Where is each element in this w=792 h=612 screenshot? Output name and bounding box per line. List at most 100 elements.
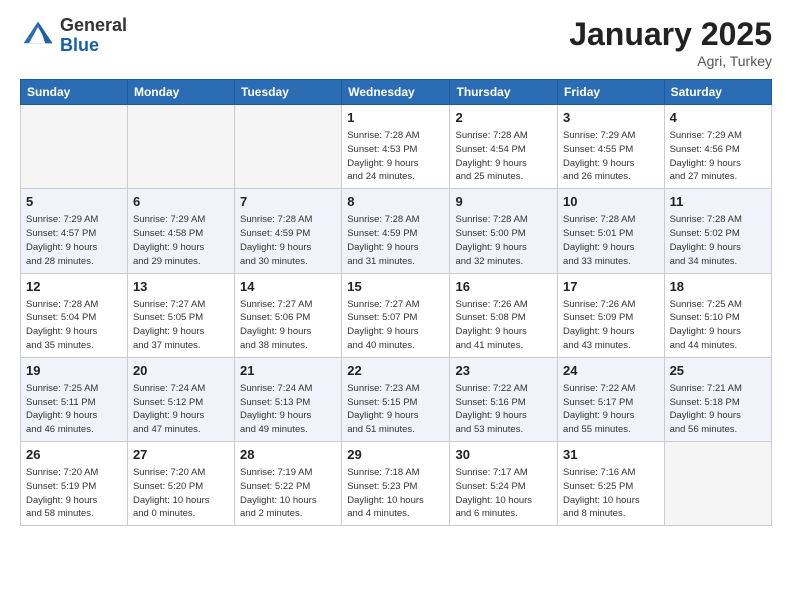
calendar-cell: 11 Sunrise: 7:28 AM Sunset: 5:02 PM Dayli… bbox=[664, 189, 771, 273]
day-number: 18 bbox=[670, 278, 766, 296]
calendar-cell: 3Sunrise: 7:29 AM Sunset: 4:55 PM Daylig… bbox=[558, 105, 665, 189]
calendar-cell: 19 Sunrise: 7:25 AM Sunset: 5:11 PM Dayli… bbox=[21, 357, 128, 441]
day-info: Sunrise: 7:17 AM Sunset: 5:24 PM Dayligh… bbox=[455, 466, 552, 521]
day-info: Sunrise: 7:28 AM Sunset: 5:00 PM Dayligh… bbox=[455, 213, 552, 268]
calendar-cell bbox=[21, 105, 128, 189]
day-info: Sunrise: 7:22 AM Sunset: 5:17 PM Dayligh… bbox=[563, 382, 659, 437]
calendar-cell: 24 Sunrise: 7:22 AM Sunset: 5:17 PM Dayli… bbox=[558, 357, 665, 441]
day-info: Sunrise: 7:28 AM Sunset: 4:53 PM Dayligh… bbox=[347, 129, 444, 184]
day-number: 3 bbox=[563, 109, 659, 127]
day-number: 9 bbox=[455, 193, 552, 211]
calendar-cell: 17Sunrise: 7:26 AM Sunset: 5:09 PM Dayli… bbox=[558, 273, 665, 357]
week-row-5: 26 Sunrise: 7:20 AM Sunset: 5:19 PM Dayli… bbox=[21, 442, 772, 526]
day-info: Sunrise: 7:28 AM Sunset: 5:02 PM Dayligh… bbox=[670, 213, 766, 268]
calendar-header-friday: Friday bbox=[558, 80, 665, 105]
day-info: Sunrise: 7:22 AM Sunset: 5:16 PM Dayligh… bbox=[455, 382, 552, 437]
day-number: 26 bbox=[26, 446, 122, 464]
calendar-cell: 20 Sunrise: 7:24 AM Sunset: 5:12 PM Dayli… bbox=[127, 357, 234, 441]
logo-blue-text: Blue bbox=[60, 36, 127, 56]
logo: General Blue bbox=[20, 16, 127, 56]
day-info: Sunrise: 7:26 AM Sunset: 5:09 PM Dayligh… bbox=[563, 298, 659, 353]
week-row-4: 19 Sunrise: 7:25 AM Sunset: 5:11 PM Dayli… bbox=[21, 357, 772, 441]
calendar-header-row: SundayMondayTuesdayWednesdayThursdayFrid… bbox=[21, 80, 772, 105]
day-info: Sunrise: 7:28 AM Sunset: 4:54 PM Dayligh… bbox=[455, 129, 552, 184]
calendar-cell: 5 Sunrise: 7:29 AM Sunset: 4:57 PM Daylig… bbox=[21, 189, 128, 273]
calendar-cell: 16Sunrise: 7:26 AM Sunset: 5:08 PM Dayli… bbox=[450, 273, 558, 357]
day-info: Sunrise: 7:29 AM Sunset: 4:56 PM Dayligh… bbox=[670, 129, 766, 184]
day-number: 27 bbox=[133, 446, 229, 464]
day-info: Sunrise: 7:20 AM Sunset: 5:20 PM Dayligh… bbox=[133, 466, 229, 521]
day-number: 1 bbox=[347, 109, 444, 127]
day-number: 5 bbox=[26, 193, 122, 211]
calendar-cell: 10Sunrise: 7:28 AM Sunset: 5:01 PM Dayli… bbox=[558, 189, 665, 273]
day-info: Sunrise: 7:18 AM Sunset: 5:23 PM Dayligh… bbox=[347, 466, 444, 521]
day-info: Sunrise: 7:24 AM Sunset: 5:13 PM Dayligh… bbox=[240, 382, 336, 437]
day-number: 23 bbox=[455, 362, 552, 380]
calendar-table: SundayMondayTuesdayWednesdayThursdayFrid… bbox=[20, 79, 772, 526]
logo-text: General Blue bbox=[60, 16, 127, 56]
calendar-cell: 14Sunrise: 7:27 AM Sunset: 5:06 PM Dayli… bbox=[235, 273, 342, 357]
day-info: Sunrise: 7:29 AM Sunset: 4:58 PM Dayligh… bbox=[133, 213, 229, 268]
calendar-cell: 21 Sunrise: 7:24 AM Sunset: 5:13 PM Dayli… bbox=[235, 357, 342, 441]
day-info: Sunrise: 7:25 AM Sunset: 5:11 PM Dayligh… bbox=[26, 382, 122, 437]
calendar-cell: 22Sunrise: 7:23 AM Sunset: 5:15 PM Dayli… bbox=[342, 357, 450, 441]
day-info: Sunrise: 7:19 AM Sunset: 5:22 PM Dayligh… bbox=[240, 466, 336, 521]
calendar-cell: 1 Sunrise: 7:28 AM Sunset: 4:53 PM Daylig… bbox=[342, 105, 450, 189]
week-row-2: 5 Sunrise: 7:29 AM Sunset: 4:57 PM Daylig… bbox=[21, 189, 772, 273]
logo-general-text: General bbox=[60, 16, 127, 36]
title-area: January 2025 Agri, Turkey bbox=[569, 16, 772, 69]
day-info: Sunrise: 7:27 AM Sunset: 5:05 PM Dayligh… bbox=[133, 298, 229, 353]
calendar-header-monday: Monday bbox=[127, 80, 234, 105]
day-info: Sunrise: 7:24 AM Sunset: 5:12 PM Dayligh… bbox=[133, 382, 229, 437]
calendar-cell: 6Sunrise: 7:29 AM Sunset: 4:58 PM Daylig… bbox=[127, 189, 234, 273]
calendar-cell: 30 Sunrise: 7:17 AM Sunset: 5:24 PM Dayli… bbox=[450, 442, 558, 526]
calendar-cell bbox=[235, 105, 342, 189]
location-subtitle: Agri, Turkey bbox=[569, 53, 772, 69]
calendar-cell: 18Sunrise: 7:25 AM Sunset: 5:10 PM Dayli… bbox=[664, 273, 771, 357]
calendar-cell: 23 Sunrise: 7:22 AM Sunset: 5:16 PM Dayli… bbox=[450, 357, 558, 441]
week-row-3: 12 Sunrise: 7:28 AM Sunset: 5:04 PM Dayli… bbox=[21, 273, 772, 357]
calendar-header-thursday: Thursday bbox=[450, 80, 558, 105]
calendar-cell: 9 Sunrise: 7:28 AM Sunset: 5:00 PM Daylig… bbox=[450, 189, 558, 273]
day-info: Sunrise: 7:28 AM Sunset: 5:01 PM Dayligh… bbox=[563, 213, 659, 268]
month-title: January 2025 bbox=[569, 16, 772, 53]
page: General Blue January 2025 Agri, Turkey S… bbox=[0, 0, 792, 536]
day-info: Sunrise: 7:28 AM Sunset: 4:59 PM Dayligh… bbox=[240, 213, 336, 268]
logo-icon bbox=[20, 18, 56, 54]
day-number: 24 bbox=[563, 362, 659, 380]
day-info: Sunrise: 7:27 AM Sunset: 5:07 PM Dayligh… bbox=[347, 298, 444, 353]
day-number: 25 bbox=[670, 362, 766, 380]
day-info: Sunrise: 7:28 AM Sunset: 5:04 PM Dayligh… bbox=[26, 298, 122, 353]
day-number: 12 bbox=[26, 278, 122, 296]
day-info: Sunrise: 7:26 AM Sunset: 5:08 PM Dayligh… bbox=[455, 298, 552, 353]
day-number: 30 bbox=[455, 446, 552, 464]
calendar-cell: 25Sunrise: 7:21 AM Sunset: 5:18 PM Dayli… bbox=[664, 357, 771, 441]
week-row-1: 1 Sunrise: 7:28 AM Sunset: 4:53 PM Daylig… bbox=[21, 105, 772, 189]
day-info: Sunrise: 7:20 AM Sunset: 5:19 PM Dayligh… bbox=[26, 466, 122, 521]
calendar-cell: 29Sunrise: 7:18 AM Sunset: 5:23 PM Dayli… bbox=[342, 442, 450, 526]
day-info: Sunrise: 7:29 AM Sunset: 4:57 PM Dayligh… bbox=[26, 213, 122, 268]
day-number: 8 bbox=[347, 193, 444, 211]
day-number: 13 bbox=[133, 278, 229, 296]
calendar-cell: 13 Sunrise: 7:27 AM Sunset: 5:05 PM Dayli… bbox=[127, 273, 234, 357]
day-number: 11 bbox=[670, 193, 766, 211]
day-number: 21 bbox=[240, 362, 336, 380]
header: General Blue January 2025 Agri, Turkey bbox=[20, 16, 772, 69]
calendar-cell: 12 Sunrise: 7:28 AM Sunset: 5:04 PM Dayli… bbox=[21, 273, 128, 357]
day-number: 20 bbox=[133, 362, 229, 380]
calendar-cell: 26 Sunrise: 7:20 AM Sunset: 5:19 PM Dayli… bbox=[21, 442, 128, 526]
calendar-cell: 27 Sunrise: 7:20 AM Sunset: 5:20 PM Dayli… bbox=[127, 442, 234, 526]
calendar-cell bbox=[664, 442, 771, 526]
day-number: 22 bbox=[347, 362, 444, 380]
day-number: 4 bbox=[670, 109, 766, 127]
calendar-cell: 2 Sunrise: 7:28 AM Sunset: 4:54 PM Daylig… bbox=[450, 105, 558, 189]
calendar-cell: 7 Sunrise: 7:28 AM Sunset: 4:59 PM Daylig… bbox=[235, 189, 342, 273]
calendar-cell: 31Sunrise: 7:16 AM Sunset: 5:25 PM Dayli… bbox=[558, 442, 665, 526]
day-number: 7 bbox=[240, 193, 336, 211]
calendar-header-saturday: Saturday bbox=[664, 80, 771, 105]
calendar-cell: 4 Sunrise: 7:29 AM Sunset: 4:56 PM Daylig… bbox=[664, 105, 771, 189]
calendar-header-tuesday: Tuesday bbox=[235, 80, 342, 105]
day-number: 19 bbox=[26, 362, 122, 380]
calendar-cell: 15Sunrise: 7:27 AM Sunset: 5:07 PM Dayli… bbox=[342, 273, 450, 357]
day-number: 2 bbox=[455, 109, 552, 127]
